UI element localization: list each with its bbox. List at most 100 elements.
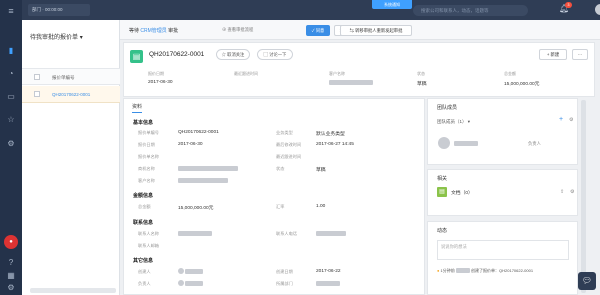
field-label: 业务类型 (276, 130, 293, 135)
field-label: 总金额 (504, 71, 516, 76)
field-label: 报价单编号 (138, 130, 159, 135)
field-label: 报价日期 (138, 142, 155, 147)
follow-icon: ☆ (221, 52, 226, 57)
field-value-redacted (178, 178, 228, 184)
upload-icon[interactable]: ⇪ (560, 189, 564, 195)
field-value: 15,000,000.00元 (178, 206, 214, 211)
section-contact: 联系信息 (133, 220, 154, 226)
field-value: 15,000,000.00元 (504, 82, 540, 87)
summary-card: ▤ QH20170622-0001 ☆ 取消关注 ▢ 讨论一下 + 新建 ···… (123, 42, 595, 97)
member-avatar (438, 137, 450, 149)
main-area: 等待 CRM管理员 审批 ⊕ 查看审批流程 ✓ 同意 ✕ 驳回 ⇆ 转移审批人重… (120, 20, 600, 295)
user-avatar[interactable]: ● (4, 235, 18, 249)
row-checkbox[interactable] (34, 91, 40, 97)
chart-icon[interactable]: ▮ (5, 45, 17, 56)
field-label: 报价日期 (148, 71, 164, 76)
field-value-redacted (329, 80, 373, 86)
nav-rail: ≡ ▮ ◔ ▭ ☆ ⚙ ● ? ▦ ⚙ (0, 0, 22, 295)
field-value-redacted (316, 281, 340, 287)
gear-icon[interactable]: ⚙ (5, 282, 17, 293)
avatar[interactable] (595, 4, 600, 15)
list-header: 报价单编号 (22, 68, 120, 85)
documents-link[interactable]: 文档（0） (451, 189, 473, 196)
org-select[interactable]: 部门 · 00:00:00 (28, 4, 90, 16)
global-search-input[interactable]: 搜索公司和联系人，动态，话题等 (413, 5, 528, 16)
chevron-down-icon: ▾ (467, 119, 471, 124)
notification-badge: 3 (565, 2, 572, 8)
select-all-checkbox[interactable] (34, 74, 40, 80)
notice-tag[interactable]: 系统通知 (372, 0, 412, 9)
creator-avatar (178, 268, 204, 274)
new-button[interactable]: + 新建 (539, 49, 567, 60)
field-value-redacted (316, 231, 346, 237)
menu-icon[interactable]: ≡ (5, 6, 17, 17)
member-role: 负责人 (528, 141, 541, 146)
activity-dot-icon: ● (437, 268, 440, 273)
more-button[interactable]: ··· (572, 49, 588, 60)
view-flow-link[interactable]: ⊕ 查看审批流程 (222, 27, 253, 33)
field-label: 客户名称 (138, 178, 155, 183)
field-label: 汇率 (276, 204, 285, 209)
field-label: 状态 (276, 166, 285, 171)
activity-title: 动态 (437, 228, 448, 234)
tab-info[interactable]: 资料 (132, 99, 143, 113)
field-value: 默认业务类型 (316, 132, 345, 137)
settings-icon[interactable]: ⚙ (5, 138, 17, 149)
team-members-toggle[interactable]: 团队成员（1） ▾ (437, 119, 470, 125)
team-title: 团队成员 (437, 105, 458, 111)
list-title[interactable]: 待我审批的报价单 ▾ (30, 32, 83, 41)
chat-icon[interactable]: 💬︎ (578, 272, 596, 290)
field-label: 联系人名称 (138, 231, 159, 236)
related-title: 相关 (437, 176, 448, 182)
field-label: 创建人 (138, 269, 151, 274)
transfer-approver-button[interactable]: ⇆ 转移审批人重新发起审批 (340, 25, 412, 36)
detail-panel: 资料 基本信息 报价单编号 QH20170622-0001 业务类型 默认业务类… (123, 98, 425, 295)
flow-icon: ⊕ (222, 27, 227, 32)
field-value: 2017-06-30 (178, 142, 203, 147)
monitor-icon[interactable]: ▭ (5, 91, 17, 102)
activity-entry: ● 1分钟前 创建了报价单：QH20170622-0001 (437, 268, 534, 274)
section-other: 其它信息 (133, 258, 154, 264)
unfollow-button[interactable]: ☆ 取消关注 (216, 49, 250, 60)
list-item-no[interactable]: QH20170622-0001 (52, 92, 90, 97)
field-label: 创建日期 (276, 269, 293, 274)
field-label: 客户名称 (329, 71, 345, 76)
chevron-down-icon: ▾ (79, 35, 83, 41)
approve-button[interactable]: ✓ 同意 (306, 25, 330, 36)
add-member-icon[interactable]: + (559, 116, 563, 123)
field-value-redacted (178, 166, 238, 172)
discuss-button[interactable]: ▢ 讨论一下 (257, 49, 293, 60)
grid-icon[interactable]: ▦ (5, 270, 17, 281)
field-label: 最后修改时间 (276, 142, 302, 147)
field-value: 2017-06-30 (148, 80, 173, 85)
help-icon[interactable]: ? (5, 257, 17, 268)
field-value-redacted (178, 231, 212, 237)
section-basic: 基本信息 (133, 120, 154, 126)
field-label: 总金额 (138, 204, 151, 209)
vertical-scrollbar-track[interactable] (581, 100, 586, 293)
field-value: 1.00 (316, 204, 326, 209)
member-name-redacted (454, 141, 478, 147)
list-item[interactable]: QH20170622-0001 (22, 86, 120, 103)
star-icon[interactable]: ☆ (5, 114, 17, 125)
field-label: 最近跟进时间 (234, 71, 258, 76)
owner-avatar (178, 280, 204, 286)
clock-icon[interactable]: ◔ (5, 68, 17, 79)
field-label: 状态 (417, 71, 425, 76)
activity-input[interactable]: 说说你的想法 (437, 240, 569, 260)
activity-panel: 动态 说说你的想法 ● 1分钟前 创建了报价单：QH20170622-0001 (427, 221, 578, 295)
comment-icon: ▢ (263, 52, 268, 57)
field-value: QH20170622-0001 (178, 130, 219, 135)
field-label: 商机名称 (138, 166, 155, 171)
quote-icon: ▤ (130, 50, 143, 63)
field-label: 所属部门 (276, 281, 293, 286)
field-label: 负责人 (138, 281, 151, 286)
horizontal-scrollbar[interactable] (30, 288, 116, 293)
related-settings-icon[interactable]: ⚙ (570, 189, 574, 195)
related-panel: 相关 ▤ 文档（0） ⇪ ⚙ (427, 169, 578, 216)
document-icon: ▤ (437, 187, 447, 197)
team-panel: 团队成员 团队成员（1） ▾ + ⚙ 负责人 (427, 98, 578, 165)
team-settings-icon[interactable]: ⚙ (569, 117, 573, 123)
section-amount: 金额信息 (133, 193, 154, 199)
field-label: 联系人邮箱 (138, 243, 159, 248)
